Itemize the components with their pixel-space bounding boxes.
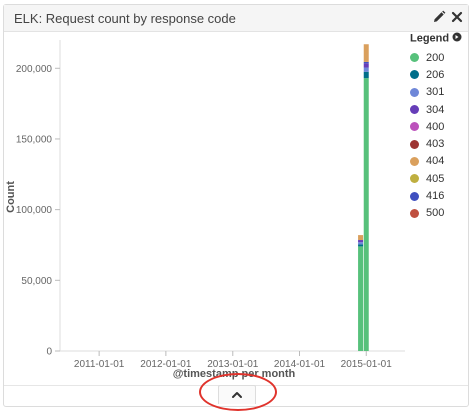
y-tick-label: 150,000	[16, 134, 53, 145]
legend-swatch	[410, 191, 419, 201]
collapse-button[interactable]	[218, 385, 256, 404]
legend-item-404[interactable]: 404	[410, 153, 466, 170]
legend-label: 200	[426, 51, 445, 64]
legend-swatch	[410, 174, 419, 184]
legend-label: 500	[426, 207, 445, 220]
legend-label: 301	[426, 86, 445, 99]
legend-swatch	[410, 156, 419, 166]
legend-title[interactable]: Legend	[410, 32, 466, 45]
legend-swatch	[410, 70, 419, 80]
bar-segment-304[interactable]	[363, 63, 369, 68]
legend-title-text: Legend	[410, 32, 450, 45]
bar-segment-301[interactable]	[358, 242, 364, 245]
legend-swatch	[410, 122, 419, 132]
y-tick-label: 200,000	[16, 64, 53, 75]
legend-label: 404	[426, 155, 445, 168]
legend-item-304[interactable]: 304	[410, 101, 466, 118]
bar-chart: 0 50,000 100,000 150,000 200,000 2011-01-01 2…	[5, 40, 405, 380]
legend-item-403[interactable]: 403	[410, 135, 466, 152]
bar-segment-200[interactable]	[358, 246, 364, 351]
y-tick-label: 50,000	[21, 276, 52, 287]
bar-segment-200[interactable]	[363, 78, 369, 351]
legend-swatch	[410, 87, 419, 97]
legend-swatch	[410, 139, 419, 149]
legend-item-500[interactable]: 500	[410, 205, 466, 222]
y-axis-label: Count	[5, 181, 17, 213]
legend-item-400[interactable]: 400	[410, 118, 466, 135]
legend-label: 405	[426, 172, 445, 185]
legend-swatch	[410, 105, 419, 115]
bar-segment-301[interactable]	[363, 67, 369, 72]
legend-swatch	[410, 53, 419, 63]
legend-label: 403	[426, 138, 445, 151]
bar-segment-404[interactable]	[358, 235, 364, 241]
bar-segment-206[interactable]	[363, 71, 369, 79]
x-tick-label: 2011-01-01	[74, 359, 125, 370]
legend-label: 206	[426, 68, 445, 81]
bar-segment-206[interactable]	[358, 244, 364, 247]
bar-segment-404[interactable]	[363, 44, 369, 62]
legend-item-301[interactable]: 301	[410, 84, 466, 101]
bar-segment-304[interactable]	[358, 240, 364, 243]
x-axis-label: @timestamp per month	[173, 368, 296, 380]
bar-segment-416[interactable]	[363, 61, 369, 64]
refresh-icon[interactable]	[452, 32, 462, 45]
legend: Legend 200 206 301 304 400 403 404 405 416 500	[410, 32, 466, 222]
legend-label: 400	[426, 120, 445, 133]
legend-swatch	[410, 208, 419, 218]
y-tick-label: 0	[46, 347, 52, 358]
legend-item-206[interactable]: 206	[410, 66, 466, 83]
legend-item-200[interactable]: 200	[410, 49, 466, 66]
y-tick-label: 100,000	[16, 205, 53, 216]
legend-label: 416	[426, 190, 445, 203]
chevron-up-icon	[232, 392, 242, 398]
legend-item-405[interactable]: 405	[410, 170, 466, 187]
legend-label: 304	[426, 103, 445, 116]
legend-item-416[interactable]: 416	[410, 187, 466, 204]
x-tick-label: 2015-01-01	[341, 359, 393, 370]
